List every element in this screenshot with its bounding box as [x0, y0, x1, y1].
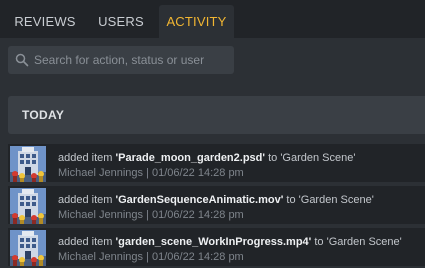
search-icon: [15, 53, 29, 67]
activity-item[interactable]: added item 'GardenSequenceAnimatic.mov' …: [8, 186, 425, 224]
activity-to: to: [314, 236, 324, 248]
activity-file-name: 'garden_scene_WorkInProgress.mp4': [115, 236, 312, 248]
building-thumbnail-icon: [10, 188, 46, 224]
meta-separator: |: [146, 167, 149, 179]
activity-target: 'Garden Scene': [298, 194, 374, 206]
activity-description: added item 'GardenSequenceAnimatic.mov' …: [58, 194, 374, 206]
activity-datetime: 01/06/22 14:28 pm: [151, 167, 244, 179]
activity-meta: Michael Jennings | 01/06/22 14:28 pm: [58, 251, 244, 263]
activity-to: to: [286, 194, 296, 206]
activity-file-name: 'GardenSequenceAnimatic.mov': [115, 194, 284, 206]
tab-users[interactable]: USERS: [86, 5, 156, 38]
activity-description: added item 'Parade_moon_garden2.psd' to …: [58, 152, 355, 164]
activity-meta: Michael Jennings | 01/06/22 14:28 pm: [58, 209, 244, 221]
activity-action: added item: [58, 152, 113, 164]
activity-action: added item: [58, 194, 113, 206]
activity-action: added item: [58, 236, 113, 248]
activity-file-name: 'Parade_moon_garden2.psd': [115, 152, 266, 164]
activity-target: 'Garden Scene': [326, 236, 402, 248]
activity-target: 'Garden Scene': [280, 152, 356, 164]
activity-datetime: 01/06/22 14:28 pm: [151, 209, 244, 221]
building-thumbnail-icon: [10, 146, 46, 182]
meta-separator: |: [146, 251, 149, 263]
activity-to: to: [268, 152, 278, 164]
activity-description: added item 'garden_scene_WorkInProgress.…: [58, 236, 402, 248]
meta-separator: |: [146, 209, 149, 221]
section-title: TODAY: [22, 108, 65, 122]
activity-meta: Michael Jennings | 01/06/22 14:28 pm: [58, 167, 244, 179]
tab-reviews[interactable]: REVIEWS: [4, 5, 86, 38]
activity-datetime: 01/06/22 14:28 pm: [151, 251, 244, 263]
activity-item[interactable]: added item 'garden_scene_WorkInProgress.…: [8, 228, 425, 266]
activity-user: Michael Jennings: [58, 167, 143, 179]
building-thumbnail-icon: [10, 230, 46, 266]
tab-bar: REVIEWS USERS ACTIVITY: [0, 0, 425, 38]
search-box: [8, 46, 234, 74]
activity-list: added item 'Parade_moon_garden2.psd' to …: [8, 144, 425, 268]
tab-activity[interactable]: ACTIVITY: [159, 5, 234, 38]
activity-user: Michael Jennings: [58, 209, 143, 221]
activity-user: Michael Jennings: [58, 251, 143, 263]
section-header-today[interactable]: TODAY: [8, 96, 425, 134]
search-input[interactable]: [34, 46, 230, 74]
activity-item[interactable]: added item 'Parade_moon_garden2.psd' to …: [8, 144, 425, 182]
